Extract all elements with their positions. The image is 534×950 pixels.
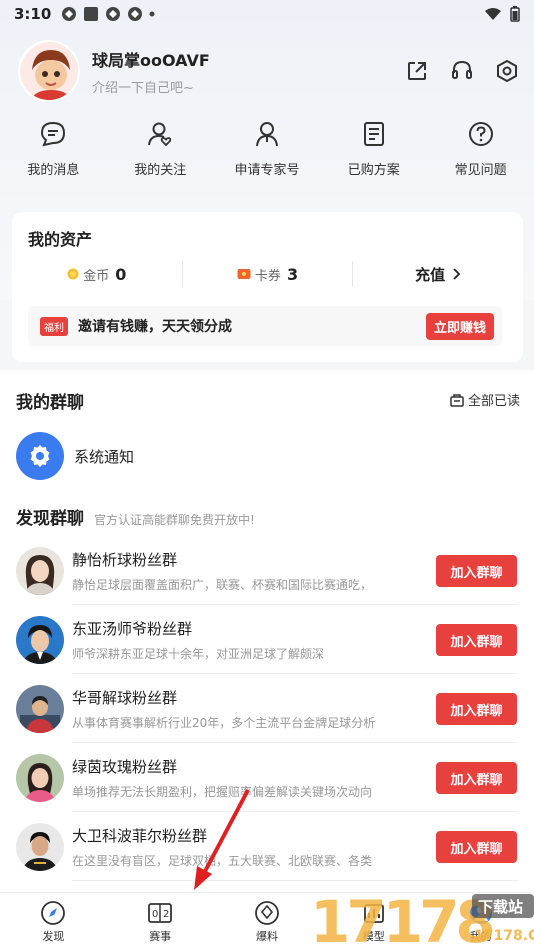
- chevron-right-icon: [453, 268, 461, 280]
- list-item[interactable]: 华哥解球粉丝群 从事体育赛事解析行业20年，多个主流平台金牌足球分析 加入群聊: [0, 674, 534, 743]
- svg-text:0: 0: [152, 909, 158, 920]
- group-avatar: [16, 753, 64, 802]
- square-app-icon: [84, 7, 99, 21]
- wifi-icon: [485, 8, 501, 20]
- quick-purchased[interactable]: 已购方案: [320, 118, 427, 184]
- status-time: 3:10: [14, 5, 52, 23]
- earn-now-button[interactable]: 立即赚钱: [425, 312, 494, 340]
- profile-name[interactable]: 球局掌ooOAVF: [92, 47, 210, 71]
- coin-balance[interactable]: 金币 0: [12, 265, 182, 284]
- expert-icon: [255, 122, 278, 147]
- system-gear-icon: [16, 432, 64, 480]
- app-icon: [128, 7, 143, 21]
- coin-icon: [67, 268, 79, 280]
- app-icon: [106, 7, 121, 21]
- list-item[interactable]: 大卫科波菲尔粉丝群 在这里没有盲区，足球双栖，五大联赛、北欧联赛、各类 加入群聊: [0, 812, 534, 881]
- join-group-button[interactable]: 加入群聊: [436, 762, 517, 794]
- quick-my-messages[interactable]: 我的消息: [0, 118, 107, 184]
- quick-faq[interactable]: 常见问题: [427, 118, 534, 184]
- watermark-label: 下载站: [478, 898, 523, 916]
- battery-icon: [510, 6, 520, 22]
- follow-icon: [148, 122, 172, 147]
- coupon-icon: [237, 269, 251, 279]
- welfare-tag: 福利: [40, 316, 68, 336]
- customer-service-icon[interactable]: [450, 59, 474, 83]
- tip-icon: [255, 900, 279, 925]
- join-group-button[interactable]: 加入群聊: [436, 624, 517, 656]
- message-icon: [41, 121, 66, 147]
- site-watermark: 17178 下载站 17178.COM: [310, 888, 534, 950]
- assets-card: 我的资产 金币 0 卡券 3 充值 福利 邀请有钱赚，天天领分成 立即赚钱: [12, 212, 523, 362]
- invite-promo-banner[interactable]: 福利 邀请有钱赚，天天领分成 立即赚钱: [28, 306, 502, 346]
- avatar[interactable]: [18, 40, 80, 102]
- join-group-button[interactable]: 加入群聊: [436, 555, 517, 587]
- discover-title: 发现群聊: [16, 509, 84, 529]
- watermark-domain: 17178.COM: [474, 928, 534, 944]
- dot-icon: [149, 11, 155, 17]
- mark-read-icon: [450, 393, 464, 407]
- help-icon: [468, 122, 493, 146]
- list-item[interactable]: 东亚汤师爷粉丝群 师爷深耕东亚足球十余年，对亚洲足球了解颇深 加入群聊: [0, 605, 534, 674]
- assets-title: 我的资产: [28, 226, 100, 250]
- tab-matches[interactable]: 02 赛事: [107, 893, 214, 950]
- group-chat-section: 我的群聊 全部已读 系统通知 发现群聊 官方认证高能群聊免费开放中! 静怡析球粉…: [0, 370, 534, 892]
- join-group-button[interactable]: 加入群聊: [436, 693, 517, 725]
- svg-text:2: 2: [163, 909, 169, 920]
- quick-actions: 我的消息 我的关注 申请专家号 已购方案 常见问题: [0, 118, 534, 184]
- group-avatar: [16, 822, 64, 871]
- profile-bio[interactable]: 介绍一下自己吧~: [92, 77, 210, 96]
- list-item[interactable]: 静怡析球粉丝群 静怡足球层面覆盖面积广，联赛、杯赛和国际比赛通吃， 加入群聊: [0, 536, 534, 605]
- promo-text: 邀请有钱赚，天天领分成: [78, 319, 232, 335]
- recharge-button[interactable]: 充值: [353, 264, 523, 285]
- system-notice-label: 系统通知: [74, 447, 135, 466]
- purchased-icon: [363, 122, 384, 146]
- join-group-button[interactable]: 加入群聊: [436, 831, 517, 863]
- profile-header: 球局掌ooOAVF 介绍一下自己吧~: [18, 40, 518, 102]
- svg-text:17178: 17178: [310, 888, 492, 950]
- notification-icons: [61, 6, 155, 22]
- status-bar: 3:10: [0, 0, 534, 28]
- compass-icon: [41, 900, 66, 925]
- group-avatar: [16, 615, 64, 664]
- quick-apply-expert[interactable]: 申请专家号: [214, 118, 321, 184]
- list-item[interactable]: 绿茵玫瑰粉丝群 单场推荐无法长期盈利，把握赔率偏差解读关键场次动向 加入群聊: [0, 743, 534, 812]
- mark-all-read-button[interactable]: 全部已读: [450, 390, 520, 409]
- scoreboard-icon: 02: [148, 902, 173, 923]
- quick-my-follows[interactable]: 我的关注: [107, 118, 214, 184]
- tab-discover[interactable]: 发现: [0, 893, 107, 950]
- settings-icon[interactable]: [496, 60, 518, 82]
- my-groups-title: 我的群聊: [16, 393, 84, 413]
- app-icon: [62, 7, 77, 21]
- tab-tips[interactable]: 爆料: [214, 893, 321, 950]
- discover-groups-header: 发现群聊 官方认证高能群聊免费开放中!: [16, 504, 255, 529]
- group-avatar: [16, 684, 64, 733]
- group-list: 静怡析球粉丝群 静怡足球层面覆盖面积广，联赛、杯赛和国际比赛通吃， 加入群聊 东亚…: [0, 536, 534, 881]
- share-icon[interactable]: [406, 60, 428, 82]
- group-avatar: [16, 546, 64, 595]
- system-notice-item[interactable]: 系统通知: [16, 432, 134, 480]
- card-coupons[interactable]: 卡券 3: [183, 265, 353, 284]
- discover-subtitle: 官方认证高能群聊免费开放中!: [94, 513, 255, 527]
